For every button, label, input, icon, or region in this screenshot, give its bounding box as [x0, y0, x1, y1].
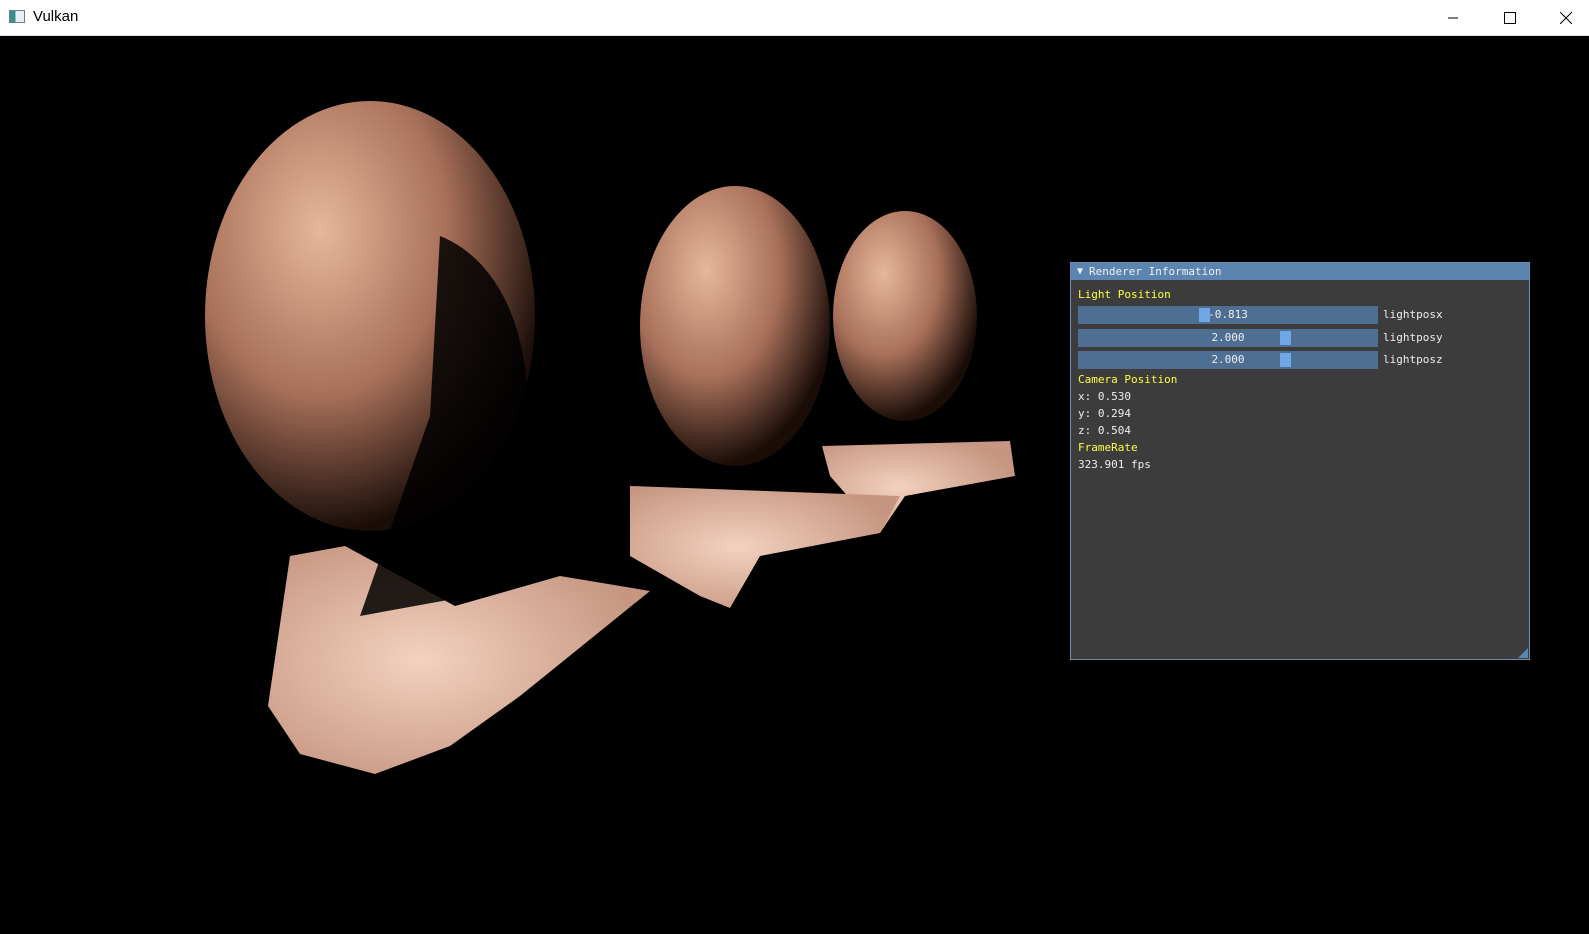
slider-label: lightposx [1383, 308, 1443, 321]
resize-grip[interactable] [1518, 648, 1528, 658]
close-icon [1560, 11, 1572, 24]
app-icon [9, 10, 25, 23]
slider-value: -0.813 [1208, 308, 1248, 321]
camera-z: z: 0.504 [1078, 424, 1131, 437]
panel-header[interactable]: ▼ Renderer Information [1071, 263, 1529, 280]
camera-position-heading: Camera Position [1078, 373, 1178, 386]
slider-lightposy[interactable]: 2.000 [1078, 329, 1378, 347]
slider-label: lightposy [1383, 331, 1443, 344]
framerate-heading: FrameRate [1078, 441, 1138, 454]
slider-lightposx[interactable]: -0.813 [1078, 306, 1378, 324]
head-3 [833, 211, 977, 421]
slider-lightposz[interactable]: 2.000 [1078, 351, 1378, 369]
maximize-icon [1504, 11, 1516, 24]
fps-value: 323.901 fps [1078, 458, 1151, 471]
head-2-neck [630, 486, 900, 608]
minimize-icon [1448, 17, 1458, 18]
window-title: Vulkan [33, 8, 79, 25]
minimize-button[interactable] [1430, 0, 1476, 35]
slider-value: 2.000 [1211, 331, 1245, 344]
panel-title: Renderer Information [1089, 265, 1222, 278]
window-titlebar: Vulkan [0, 0, 1589, 36]
collapse-triangle-icon[interactable]: ▼ [1077, 266, 1083, 277]
light-position-heading: Light Position [1078, 288, 1171, 301]
close-button[interactable] [1543, 0, 1589, 35]
maximize-button[interactable] [1487, 0, 1533, 35]
renderer-info-panel[interactable]: ▼ Renderer Information Light Position -0… [1070, 262, 1530, 660]
slider-value: 2.000 [1211, 353, 1245, 366]
camera-y: y: 0.294 [1078, 407, 1131, 420]
head-2 [640, 186, 830, 466]
render-viewport[interactable]: ▼ Renderer Information Light Position -0… [0, 36, 1589, 934]
camera-x: x: 0.530 [1078, 390, 1131, 403]
slider-label: lightposz [1383, 353, 1443, 366]
